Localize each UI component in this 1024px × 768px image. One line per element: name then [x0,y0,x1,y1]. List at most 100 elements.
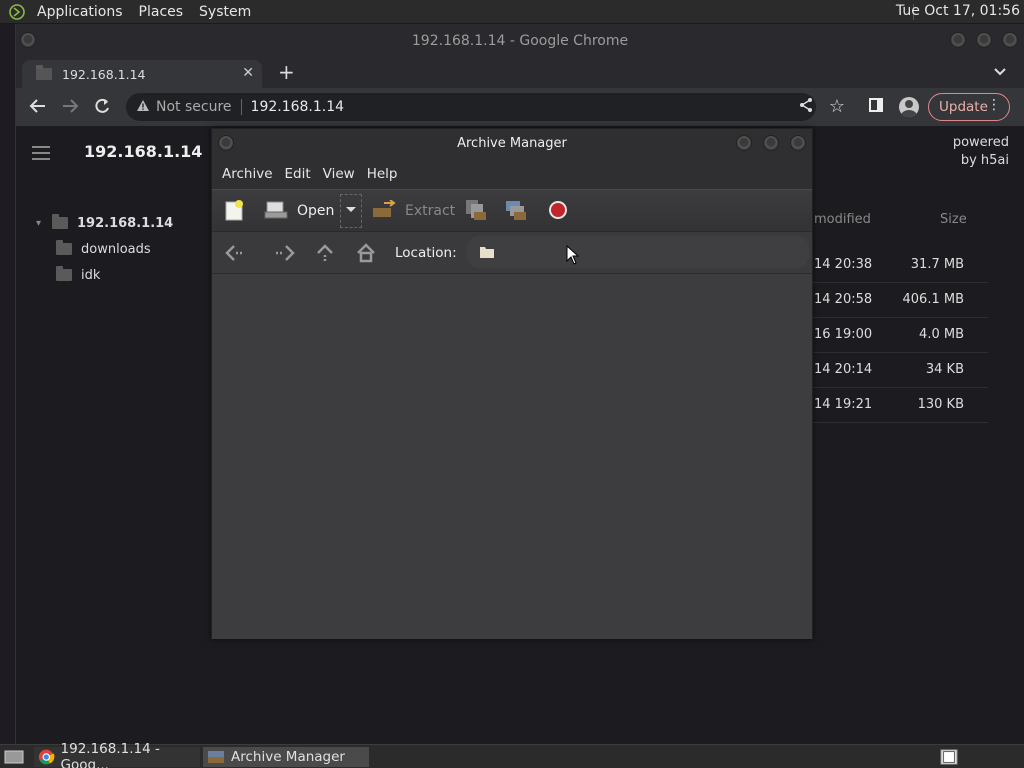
menu-edit[interactable]: Edit [285,166,311,182]
forward-icon[interactable] [60,97,80,117]
column-header-modified[interactable]: modified [814,212,871,227]
close-icon[interactable] [790,135,806,151]
home-icon[interactable] [356,243,376,267]
new-archive-icon[interactable] [224,199,246,225]
workspace-switcher-icon[interactable] [936,747,958,767]
tab-close-icon[interactable]: ✕ [242,65,254,81]
top-panel: Applications Places System Tue Oct 17, 0… [0,0,1024,24]
reload-icon[interactable] [92,97,112,117]
applications-menu[interactable]: Applications [34,4,126,20]
browser-tab[interactable]: 192.168.1.14 ✕ [22,60,262,88]
up-icon[interactable] [316,243,334,267]
menu-help[interactable]: Help [367,166,398,182]
tab-search-icon[interactable] [994,65,1006,80]
url-text[interactable]: 192.168.1.14 [251,99,345,115]
file-row[interactable]: 14 20:14 34 KB [812,353,988,388]
add-files-icon[interactable] [464,198,488,226]
file-size: 406.1 MB [902,292,964,307]
distro-logo-icon[interactable] [6,1,28,23]
extract-button[interactable]: Extract [405,203,455,219]
places-menu[interactable]: Places [136,4,187,20]
file-date: 16 19:00 [814,327,873,342]
file-row[interactable]: 14 20:58 406.1 MB [812,283,988,318]
show-desktop-icon[interactable] [0,747,34,767]
menu-view[interactable]: View [323,166,355,182]
omnibox-divider [240,99,242,115]
side-panel-icon[interactable] [866,97,886,117]
file-size: 31.7 MB [910,257,964,272]
tree-item-downloads[interactable]: downloads [36,236,173,262]
archive-icon [208,751,224,763]
file-row[interactable]: 16 19:00 4.0 MB [812,318,988,353]
add-folder-icon[interactable] [504,198,528,226]
tree-item-label: idk [81,267,101,283]
taskbar-archive-label: Archive Manager [231,749,345,765]
location-label: Location: [395,245,457,261]
chrome-window-title: 192.168.1.14 - Google Chrome [411,33,629,49]
location-bar: Location: [212,231,812,273]
maximize-icon[interactable] [763,135,779,151]
archive-file-list[interactable] [212,273,812,639]
tree-root-label: 192.168.1.14 [77,215,174,231]
archive-menubar: Archive Edit View Help [212,159,812,189]
folder-icon [56,240,72,255]
powered-by[interactable]: powered by h5ai [953,134,1009,170]
file-date: 14 20:14 [814,362,873,377]
minimize-icon[interactable] [950,32,966,48]
file-row[interactable]: 14 20:38 31.7 MB [812,248,988,283]
open-archive-icon[interactable] [264,200,288,224]
folder-icon [479,245,495,263]
chrome-icon [38,749,55,765]
taskbar-item-archive-manager[interactable]: Archive Manager [203,747,369,767]
update-button[interactable]: Update ⋮ [928,93,1010,121]
archive-manager-window: Archive Manager Archive Edit View Help O… [211,128,813,639]
maximize-icon[interactable] [976,32,992,48]
new-tab-icon[interactable]: + [278,60,295,84]
close-icon[interactable] [1002,32,1018,48]
bookmark-star-icon[interactable]: ☆ [827,97,847,117]
profile-avatar-icon[interactable] [899,97,919,117]
window-menu-icon[interactable] [20,32,36,48]
file-date: 14 19:21 [814,397,873,412]
extract-icon[interactable] [372,199,396,224]
archive-manager-titlebar[interactable]: Archive Manager [212,129,812,159]
powered-line2: by h5ai [960,153,1009,168]
tab-title: 192.168.1.14 [62,66,146,82]
taskbar-item-chrome[interactable]: 192.168.1.14 - Goog... [34,741,200,768]
hamburger-menu-icon[interactable] [32,146,50,164]
folder-icon [36,65,52,80]
warning-icon[interactable] [136,99,150,116]
forward-icon[interactable] [274,244,296,266]
share-icon[interactable] [796,97,816,117]
file-size: 34 KB [925,362,964,377]
open-recent-dropdown[interactable] [340,194,362,228]
tree-root[interactable]: ▾ 192.168.1.14 [36,210,173,236]
taskbar-chrome-label: 192.168.1.14 - Goog... [60,741,160,768]
location-field[interactable] [467,236,809,268]
back-icon[interactable] [224,244,246,266]
archive-manager-title: Archive Manager [457,136,567,151]
clock[interactable]: Tue Oct 17, 01:56 [896,3,1020,19]
window-menu-icon[interactable] [218,135,234,151]
menu-archive[interactable]: Archive [222,166,273,182]
folder-icon [52,214,68,229]
system-menu[interactable]: System [196,4,254,20]
security-label[interactable]: Not secure [156,99,232,115]
folder-tree: ▾ 192.168.1.14 downloads idk [36,210,173,288]
taskbar: 192.168.1.14 - Goog... Archive Manager [0,741,1024,768]
folder-icon [56,266,72,281]
chevron-down-icon[interactable]: ▾ [36,218,52,229]
site-title[interactable]: 192.168.1.14 [84,142,202,161]
open-button[interactable]: Open [297,203,334,219]
column-header-size[interactable]: Size [940,212,967,227]
update-label: Update [939,99,988,115]
minimize-icon[interactable] [736,135,752,151]
kebab-menu-icon[interactable]: ⋮ [987,97,1001,113]
address-bar[interactable]: Not secure 192.168.1.14 [126,93,816,121]
chrome-titlebar[interactable]: 192.168.1.14 - Google Chrome [16,24,1024,58]
file-size: 130 KB [917,397,964,412]
back-icon[interactable] [28,97,48,117]
file-row[interactable]: 14 19:21 130 KB [812,388,988,423]
stop-icon[interactable] [548,200,568,224]
tree-item-idk[interactable]: idk [36,262,173,288]
